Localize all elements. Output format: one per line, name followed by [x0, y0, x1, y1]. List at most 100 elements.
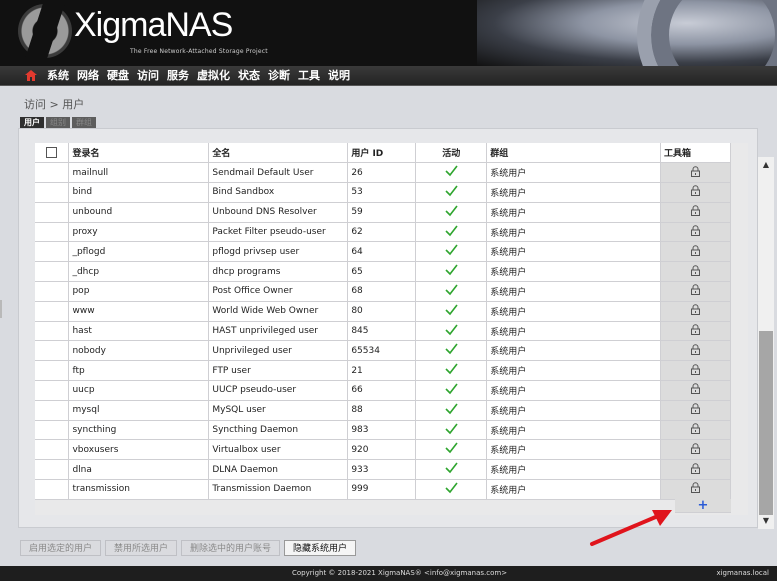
- select-all-checkbox[interactable]: [46, 147, 58, 159]
- table-row[interactable]: transmission Transmission Daemon 999 系统用户: [35, 479, 731, 500]
- menu-item[interactable]: 说明: [328, 69, 350, 83]
- cell-toolbox: [660, 340, 731, 362]
- menu-item[interactable]: 虚拟化: [197, 69, 230, 83]
- table-row[interactable]: hast HAST unprivileged user 845 系统用户: [35, 321, 731, 342]
- cell-uid: 933: [347, 459, 417, 481]
- lock-icon[interactable]: [690, 423, 701, 435]
- xigmanas-logo-icon: [18, 4, 72, 58]
- cell-uid: 983: [347, 420, 417, 441]
- menu-item[interactable]: 访问: [137, 69, 159, 83]
- menu-item[interactable]: 工具: [298, 69, 320, 83]
- lock-icon[interactable]: [690, 403, 701, 415]
- menu-item[interactable]: 服务: [167, 69, 189, 83]
- cell-login: unbound: [68, 202, 210, 223]
- menu-item[interactable]: 诊断: [268, 69, 290, 83]
- main-panel: 登录名 全名 用户 ID 活动 群组 工具箱 mailnull Sendmail …: [18, 128, 774, 529]
- scroll-thumb[interactable]: [759, 331, 773, 515]
- lock-icon[interactable]: [690, 225, 701, 237]
- menu-item[interactable]: 硬盘: [107, 69, 129, 83]
- enable-selected-users-button[interactable]: 启用选定的用户: [20, 540, 102, 556]
- row-select-cell: [35, 439, 70, 461]
- table-row[interactable]: www World Wide Web Owner 80 系统用户: [35, 301, 731, 322]
- select-all-cell: [35, 143, 70, 164]
- lock-icon[interactable]: [690, 324, 701, 336]
- menu-item[interactable]: 网络: [77, 69, 99, 83]
- table-row[interactable]: vboxusers Virtualbox user 920 系统用户: [35, 439, 731, 461]
- cell-uid: 88: [347, 400, 417, 421]
- cell-active: [415, 281, 488, 302]
- table-row[interactable]: mysql MySQL user 88 系统用户: [35, 400, 731, 421]
- menu-item[interactable]: 系统: [47, 69, 69, 83]
- lock-icon[interactable]: [690, 264, 701, 276]
- table-row[interactable]: syncthing Syncthing Daemon 983 系统用户: [35, 420, 731, 441]
- delete-selected-users-button[interactable]: 删除选中的用户账号: [181, 540, 281, 556]
- disable-selected-users-button[interactable]: 禁用所选用户: [105, 540, 178, 556]
- cell-group: 系统用户: [486, 301, 662, 322]
- table-row[interactable]: _pflogd pflogd privsep user 64 系统用户: [35, 241, 731, 263]
- cell-uid: 64: [347, 241, 417, 263]
- hide-system-users-button[interactable]: 隐藏系统用户: [284, 540, 357, 556]
- row-select-cell: [35, 241, 70, 263]
- checkmark-icon: [445, 284, 458, 296]
- cell-active: [415, 321, 488, 342]
- lock-icon[interactable]: [690, 165, 701, 177]
- col-active[interactable]: 活动: [415, 143, 488, 164]
- lock-icon[interactable]: [690, 304, 701, 316]
- lock-icon[interactable]: [690, 284, 701, 296]
- scroll-down-arrow-icon[interactable]: ▼: [760, 516, 772, 526]
- scroll-up-arrow-icon[interactable]: ▲: [760, 160, 772, 170]
- cell-active: [415, 380, 488, 401]
- cell-fullname: Packet Filter pseudo-user: [208, 222, 349, 243]
- table-row[interactable]: uucp UUCP pseudo-user 66 系统用户: [35, 380, 731, 401]
- lock-icon[interactable]: [690, 185, 701, 197]
- cell-group: 系统用户: [486, 459, 662, 481]
- table-row[interactable]: dlna DLNA Daemon 933 系统用户: [35, 459, 731, 481]
- table-row[interactable]: unbound Unbound DNS Resolver 59 系统用户: [35, 202, 731, 223]
- cell-active: [415, 241, 488, 263]
- table-row[interactable]: ftp FTP user 21 系统用户: [35, 360, 731, 382]
- menu-item[interactable]: 状态: [238, 69, 260, 83]
- row-select-cell: [35, 400, 70, 421]
- col-uid[interactable]: 用户 ID: [347, 143, 417, 164]
- table-row[interactable]: pop Post Office Owner 68 系统用户: [35, 281, 731, 302]
- footer-hostname: xigmanas.local: [716, 569, 769, 577]
- lock-icon[interactable]: [690, 383, 701, 395]
- tab-group-list[interactable]: 群组: [72, 117, 96, 128]
- tab-groups[interactable]: 组别: [46, 117, 70, 128]
- col-group[interactable]: 群组: [486, 143, 662, 164]
- cell-fullname: UUCP pseudo-user: [208, 380, 349, 401]
- cell-group: 系统用户: [486, 400, 662, 421]
- cell-group: 系统用户: [486, 439, 662, 461]
- lock-icon[interactable]: [690, 344, 701, 355]
- col-login[interactable]: 登录名: [68, 143, 210, 164]
- tab-users[interactable]: 用户: [20, 117, 44, 128]
- table-row[interactable]: mailnull Sendmail Default User 26 系统用户: [35, 162, 731, 184]
- home-icon[interactable]: [25, 70, 37, 81]
- table-scrollbar[interactable]: ▲ ▼: [758, 157, 774, 529]
- col-fullname[interactable]: 全名: [208, 143, 349, 164]
- action-buttons: 启用选定的用户 禁用所选用户 删除选中的用户账号 隐藏系统用户: [20, 540, 357, 556]
- cell-toolbox: [660, 281, 731, 302]
- lock-icon[interactable]: [690, 443, 701, 454]
- brand-tagline: The Free Network-Attached Storage Projec…: [130, 48, 268, 55]
- cell-login: www: [68, 301, 210, 322]
- cell-login: mailnull: [68, 162, 210, 184]
- lock-icon[interactable]: [690, 205, 701, 217]
- table-row[interactable]: proxy Packet Filter pseudo-user 62 系统用户: [35, 222, 731, 243]
- lock-icon[interactable]: [690, 482, 701, 494]
- table-row[interactable]: _dhcp dhcp programs 65 系统用户: [35, 261, 731, 283]
- lock-icon[interactable]: [690, 245, 701, 256]
- row-select-cell: [35, 479, 70, 500]
- plus-icon[interactable]: +: [698, 498, 709, 513]
- checkmark-icon: [445, 482, 458, 494]
- table-row[interactable]: bind Bind Sandbox 53 系统用户: [35, 182, 731, 203]
- cell-uid: 53: [347, 182, 417, 203]
- cell-fullname: Syncthing Daemon: [208, 420, 349, 441]
- table-row[interactable]: nobody Unprivileged user 65534 系统用户: [35, 340, 731, 362]
- checkmark-icon: [445, 343, 458, 355]
- lock-icon[interactable]: [690, 462, 701, 474]
- checkmark-icon: [445, 423, 458, 434]
- lock-icon[interactable]: [690, 363, 701, 375]
- cell-fullname: Bind Sandbox: [208, 182, 349, 203]
- cell-active: [415, 400, 488, 421]
